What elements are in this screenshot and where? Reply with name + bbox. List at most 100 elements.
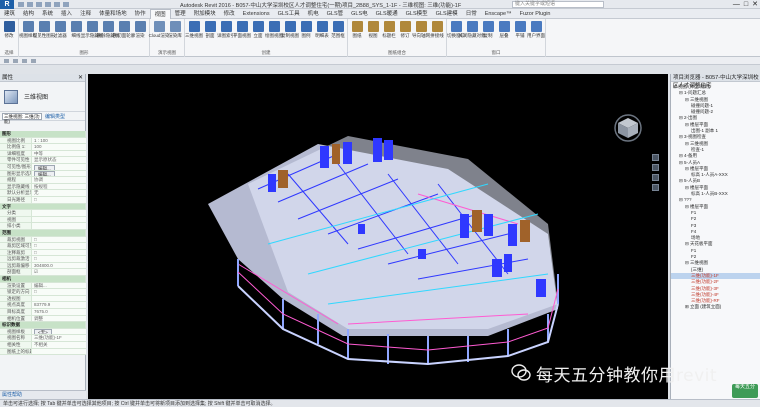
ribbon-button[interactable]: 剖面 bbox=[203, 21, 217, 39]
property-section[interactable]: 文字 bbox=[0, 203, 86, 211]
ribbon-button[interactable]: 详图索引 bbox=[217, 21, 235, 39]
tab-7[interactable]: 视图 bbox=[149, 8, 171, 19]
ribbon-button[interactable]: 层叠 bbox=[497, 21, 511, 39]
ribbon-button[interactable]: 修订 bbox=[398, 21, 412, 39]
tab-13[interactable]: 机电 bbox=[304, 9, 323, 19]
3d-viewport[interactable] bbox=[88, 74, 668, 399]
orbit-icon[interactable] bbox=[652, 184, 659, 191]
ribbon-button[interactable]: 用户界面 bbox=[527, 21, 545, 39]
tab-5[interactable]: 体量和场地 bbox=[95, 9, 131, 19]
maximize-button[interactable]: □ bbox=[744, 0, 748, 9]
ribbon-button[interactable]: 渲染库 bbox=[168, 21, 182, 39]
tab-16[interactable]: GLS暖通 bbox=[372, 9, 402, 19]
options-icon[interactable] bbox=[4, 58, 9, 63]
tab-2[interactable]: 系统 bbox=[38, 9, 57, 19]
property-value[interactable]: 协调 bbox=[32, 177, 86, 184]
browser-item[interactable]: ⊞ 立面 (建筑立面) bbox=[671, 304, 760, 310]
ribbon-button[interactable]: 明细表 bbox=[315, 21, 329, 39]
ribbon-button[interactable]: 剖切面轮廓 bbox=[113, 21, 135, 39]
tab-17[interactable]: GLS模型 bbox=[402, 9, 432, 19]
redo-icon[interactable] bbox=[45, 1, 51, 7]
ribbon-button[interactable]: 渲染 bbox=[133, 21, 147, 39]
search-input[interactable]: 键入关键字或短语 bbox=[512, 1, 604, 8]
property-value[interactable]: 100 bbox=[32, 144, 86, 151]
pan-icon[interactable] bbox=[652, 164, 659, 171]
minimize-button[interactable]: — bbox=[733, 0, 740, 9]
property-value[interactable] bbox=[32, 295, 86, 303]
property-value[interactable]: 按规程 bbox=[32, 183, 86, 191]
property-value[interactable]: 调整 bbox=[32, 315, 86, 323]
ribbon-button[interactable]: 过滤器 bbox=[53, 21, 67, 39]
tab-10[interactable]: 修改 bbox=[220, 9, 239, 19]
property-value[interactable]: □ bbox=[32, 249, 86, 257]
ribbon-button[interactable]: 视图 bbox=[366, 21, 380, 39]
tab-8[interactable]: 管理 bbox=[171, 9, 190, 19]
ribbon-button[interactable]: 图纸 bbox=[350, 21, 364, 39]
ribbon-button[interactable]: 三维视图 bbox=[185, 21, 203, 39]
property-value[interactable]: 中等 bbox=[32, 150, 86, 158]
ribbon-button[interactable]: 拼接线 bbox=[430, 21, 444, 39]
property-value[interactable] bbox=[32, 216, 86, 224]
property-value[interactable]: <无> bbox=[32, 328, 86, 336]
ribbon-button[interactable]: 范围框 bbox=[331, 21, 345, 39]
viewcube-icon[interactable] bbox=[613, 112, 643, 142]
ribbon-button[interactable]: 标题栏 bbox=[382, 21, 396, 39]
open-icon[interactable] bbox=[18, 1, 24, 7]
property-value[interactable]: □ bbox=[32, 243, 86, 250]
tab-11[interactable]: Extensions bbox=[239, 9, 274, 19]
property-value[interactable]: 编辑... bbox=[32, 170, 86, 178]
options-icon[interactable] bbox=[13, 58, 18, 63]
tab-9[interactable]: 附加模块 bbox=[190, 9, 220, 19]
ribbon-button[interactable]: 可见性图形 bbox=[33, 21, 55, 39]
property-value[interactable]: 三维(功能)-1F bbox=[32, 335, 86, 342]
property-value[interactable]: 无 bbox=[32, 190, 86, 197]
tab-3[interactable]: 插入 bbox=[57, 9, 76, 19]
property-value[interactable] bbox=[32, 223, 86, 230]
tab-6[interactable]: 协作 bbox=[131, 9, 150, 19]
ribbon-button[interactable]: 绘图视图 bbox=[265, 21, 283, 39]
ribbon-button[interactable]: 关闭隐藏对象 bbox=[459, 21, 486, 39]
property-value[interactable]: 不相关 bbox=[32, 342, 86, 349]
property-value[interactable]: □ bbox=[32, 196, 86, 204]
tab-0[interactable]: 建筑 bbox=[0, 9, 19, 19]
print-icon[interactable] bbox=[54, 1, 60, 7]
property-value[interactable]: □ bbox=[32, 289, 86, 296]
property-section[interactable]: 图形 bbox=[0, 131, 86, 138]
ribbon-button[interactable]: 修改 bbox=[2, 21, 16, 39]
property-value[interactable]: 83779.9 bbox=[32, 302, 86, 310]
ribbon-button[interactable]: 平面视图 bbox=[233, 21, 251, 39]
property-section[interactable]: 标识数据 bbox=[0, 322, 86, 329]
ribbon-button[interactable]: 立面 bbox=[251, 21, 265, 39]
tab-19[interactable]: 日常 bbox=[462, 9, 481, 19]
property-value[interactable]: 1 : 100 bbox=[32, 137, 86, 145]
property-value[interactable]: 显示原状态 bbox=[32, 157, 86, 164]
tab-15[interactable]: GLS电 bbox=[347, 9, 372, 19]
options-icon[interactable] bbox=[31, 58, 36, 63]
property-section[interactable]: 范围 bbox=[0, 229, 86, 237]
revit-logo-button[interactable]: R bbox=[0, 0, 14, 9]
ribbon-button[interactable]: 复制视图 bbox=[281, 21, 299, 39]
property-value[interactable] bbox=[32, 348, 86, 356]
edit-type-button[interactable]: 编辑类型 bbox=[45, 113, 65, 120]
ribbon-button[interactable]: 导向轴网 bbox=[412, 21, 430, 39]
property-value[interactable]: □ bbox=[32, 236, 86, 244]
property-value[interactable]: 7675.0 bbox=[32, 309, 86, 316]
property-value[interactable]: 304800.0 bbox=[32, 262, 86, 270]
tab-21[interactable]: Fuzor Plugin bbox=[516, 9, 555, 19]
property-value[interactable]: □ bbox=[32, 256, 86, 263]
tab-18[interactable]: GLS建模 bbox=[432, 9, 462, 19]
steering-wheel-icon[interactable] bbox=[652, 154, 659, 161]
tab-1[interactable]: 结构 bbox=[19, 9, 38, 19]
close-button[interactable]: ✕ bbox=[752, 0, 758, 9]
ribbon-button[interactable]: 图例 bbox=[299, 21, 313, 39]
save-icon[interactable] bbox=[27, 1, 33, 7]
options-icon[interactable] bbox=[22, 58, 27, 63]
ribbon-button[interactable]: 平铺 bbox=[513, 21, 527, 39]
tab-14[interactable]: GLS管 bbox=[323, 9, 348, 19]
undo-icon[interactable] bbox=[36, 1, 42, 7]
zoom-icon[interactable] bbox=[652, 174, 659, 181]
measure-icon[interactable] bbox=[63, 1, 69, 7]
type-selector-dropdown[interactable]: 三维视图: 三维(功能) bbox=[2, 112, 42, 124]
close-icon[interactable]: ✕ bbox=[78, 74, 83, 82]
property-value[interactable]: 编辑... bbox=[32, 282, 86, 290]
